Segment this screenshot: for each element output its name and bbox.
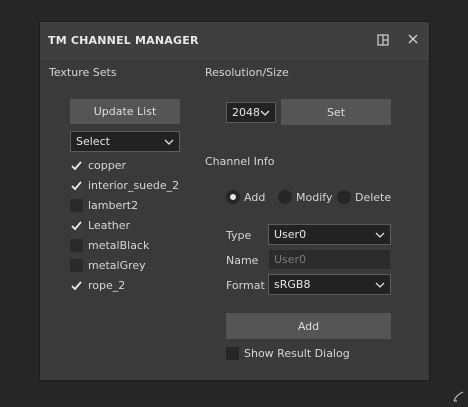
texture-set-label: copper (88, 159, 127, 172)
texture-set-item[interactable]: metalBlack (70, 236, 190, 256)
texture-set-label: interior_suede_2 (88, 179, 180, 192)
show-result-checkbox[interactable] (226, 347, 239, 360)
checkbox-unchecked[interactable] (70, 199, 83, 212)
resolution-value: 2048 (232, 106, 260, 119)
texture-set-label: metalBlack (88, 239, 150, 252)
radio-label: Delete (355, 191, 392, 204)
set-resolution-button[interactable]: Set (281, 99, 391, 125)
channel-info-label: Channel Info (205, 155, 275, 168)
radio-button-icon[interactable] (226, 190, 240, 204)
update-list-button[interactable]: Update List (70, 99, 180, 124)
checkbox-unchecked[interactable] (70, 239, 83, 252)
texture-set-item[interactable]: copper (70, 156, 190, 176)
radio-label: Modify (296, 191, 333, 204)
layout-icon[interactable] (377, 34, 389, 46)
texture-set-label: rope_2 (88, 279, 126, 292)
resolution-select[interactable]: 2048 (226, 102, 276, 123)
radio-label: Add (244, 191, 266, 204)
texture-set-item[interactable]: lambert2 (70, 196, 190, 216)
texture-set-label: metalGrey (88, 259, 146, 272)
texture-set-item[interactable]: rope_2 (70, 276, 190, 296)
channel-manager-panel: TM CHANNEL MANAGER Texture Sets Update L… (39, 21, 430, 381)
texture-set-select-value: Select (76, 135, 110, 148)
resize-grip-icon[interactable] (451, 389, 465, 403)
show-result-option[interactable]: Show Result Dialog (226, 347, 366, 363)
name-input[interactable]: User0 (268, 249, 391, 270)
radio-add[interactable]: Add (226, 189, 286, 205)
chevron-down-icon (260, 110, 270, 116)
show-result-label: Show Result Dialog (244, 347, 350, 360)
checkbox-unchecked[interactable] (70, 259, 83, 272)
type-label: Type (226, 229, 252, 242)
radio-delete[interactable]: Delete (337, 189, 397, 205)
name-label: Name (226, 254, 259, 267)
radio-button-icon[interactable] (278, 190, 292, 204)
texture-set-label: lambert2 (88, 199, 139, 212)
checkbox-checked-icon[interactable] (70, 279, 83, 292)
name-input-placeholder: User0 (274, 253, 307, 266)
checkbox-checked-icon[interactable] (70, 159, 83, 172)
type-value: User0 (274, 228, 307, 241)
title-bar[interactable]: TM CHANNEL MANAGER (40, 22, 429, 60)
window-title: TM CHANNEL MANAGER (48, 34, 199, 47)
texture-sets-label: Texture Sets (49, 66, 117, 79)
radio-modify[interactable]: Modify (278, 189, 338, 205)
checkbox-checked-icon[interactable] (70, 219, 83, 232)
texture-set-item[interactable]: Leather (70, 216, 190, 236)
format-label: Format (226, 279, 265, 292)
texture-set-label: Leather (88, 219, 131, 232)
format-value: sRGB8 (274, 278, 311, 291)
chevron-down-icon (375, 232, 385, 238)
close-icon[interactable] (407, 33, 419, 45)
resolution-label: Resolution/Size (205, 66, 289, 79)
checkbox-checked-icon[interactable] (70, 179, 83, 192)
add-channel-button[interactable]: Add (226, 313, 391, 339)
texture-set-item[interactable]: metalGrey (70, 256, 190, 276)
chevron-down-icon (164, 139, 174, 145)
radio-button-icon[interactable] (337, 190, 351, 204)
format-select[interactable]: sRGB8 (268, 274, 391, 295)
texture-set-item[interactable]: interior_suede_2 (70, 176, 190, 196)
texture-set-select[interactable]: Select (70, 131, 180, 152)
type-select[interactable]: User0 (268, 224, 391, 245)
chevron-down-icon (375, 282, 385, 288)
